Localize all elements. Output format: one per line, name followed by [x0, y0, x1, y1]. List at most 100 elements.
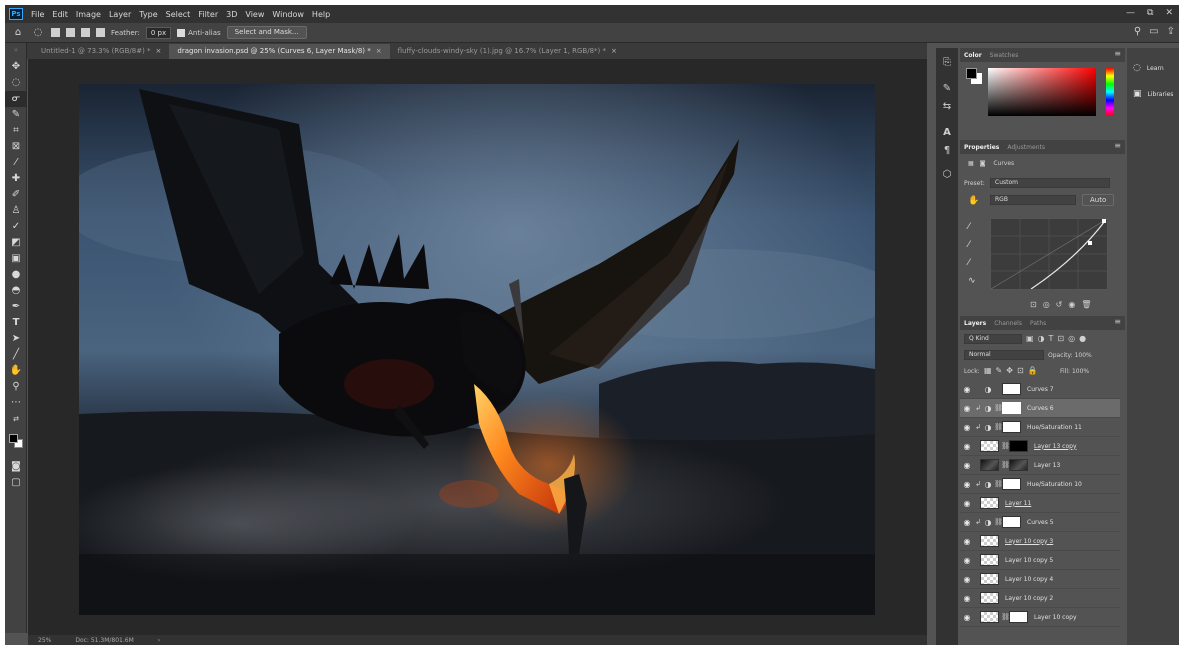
crop-tool-icon[interactable]: ⌗ — [5, 123, 27, 139]
mask-icon[interactable]: ◙ — [980, 160, 986, 167]
subtract-selection-icon[interactable] — [81, 28, 90, 37]
fill-control[interactable]: Fill: 100% — [1060, 368, 1089, 375]
3d-icon[interactable]: ⬡ — [936, 166, 958, 184]
layer-mask-thumbnail[interactable] — [1009, 459, 1028, 471]
quick-mask-icon[interactable]: ◙ — [5, 459, 27, 475]
layer-thumbnail[interactable] — [980, 440, 999, 452]
layer-mask-thumbnail[interactable] — [1009, 440, 1028, 452]
eye-icon[interactable]: ◉ — [960, 442, 974, 451]
marquee-tool-icon[interactable]: ◌ — [5, 75, 27, 91]
healing-brush-icon[interactable]: ✚ — [5, 171, 27, 187]
blend-mode-select[interactable]: Normal — [964, 350, 1044, 360]
eye-icon[interactable]: ◉ — [960, 613, 974, 622]
hand-adjust-icon[interactable]: ✋ — [968, 196, 979, 206]
pen-tool-icon[interactable]: ✒ — [5, 299, 27, 315]
document-canvas[interactable] — [79, 84, 875, 615]
add-selection-icon[interactable] — [66, 28, 75, 37]
eye-icon[interactable]: ◉ — [960, 480, 974, 489]
layer-row[interactable]: ◉ ⛓ Layer 10 copy — [960, 608, 1120, 627]
sample-gray-icon[interactable]: ⁄ — [968, 240, 970, 250]
workspace-icon[interactable]: ▭ — [1149, 26, 1158, 37]
layer-row[interactable]: ◉ Layer 10 copy 2 — [960, 589, 1120, 608]
tab-channels[interactable]: Channels — [994, 320, 1022, 327]
layer-filter-icons[interactable]: ▣◑T⊡◎● — [1026, 334, 1090, 343]
gradient-tool-icon[interactable]: ▣ — [5, 251, 27, 267]
layer-thumbnail[interactable] — [980, 554, 999, 566]
blur-tool-icon[interactable]: ● — [5, 267, 27, 283]
curve-edit-icon[interactable]: ∿ — [968, 276, 976, 286]
adjustments-icon[interactable]: ⇆ — [936, 98, 958, 116]
curves-graph[interactable] — [990, 218, 1108, 290]
brush-tool-icon[interactable]: ✐ — [5, 187, 27, 203]
layer-mask-thumbnail[interactable] — [1002, 478, 1021, 490]
tab-dragon-invasion[interactable]: dragon invasion.psd @ 25% (Curves 6, Lay… — [169, 44, 390, 59]
eye-icon[interactable]: ◉ — [960, 499, 974, 508]
channel-select[interactable]: RGB — [990, 195, 1076, 205]
toolbar-collapse-icon[interactable]: » — [5, 43, 27, 59]
layer-row[interactable]: ◉ ↲ ◑ ⛓ Hue/Saturation 10 — [960, 475, 1120, 494]
eraser-tool-icon[interactable]: ◩ — [5, 235, 27, 251]
layer-mask-thumbnail[interactable] — [1009, 611, 1028, 623]
panel-menu-icon[interactable]: ≡ — [1114, 49, 1121, 58]
dodge-tool-icon[interactable]: ◓ — [5, 283, 27, 299]
layer-row[interactable]: ◉ Layer 10 copy 4 — [960, 570, 1120, 589]
menu-image[interactable]: Image — [76, 10, 101, 19]
eye-icon[interactable]: ◉ — [960, 518, 974, 527]
filter-kind-select[interactable]: Q Kind — [964, 334, 1022, 344]
layer-row[interactable]: ◉ Layer 10 copy 3 — [960, 532, 1120, 551]
frame-tool-icon[interactable]: ⊠ — [5, 139, 27, 155]
menu-3d[interactable]: 3D — [226, 10, 237, 19]
home-icon[interactable]: ⌂ — [11, 27, 25, 38]
auto-button[interactable]: Auto — [1082, 194, 1115, 206]
eyedropper-tool-icon[interactable]: ⁄ — [5, 155, 27, 171]
lasso-tool-icon[interactable]: ᓂ — [5, 91, 27, 107]
opacity-value[interactable]: 100% — [1075, 352, 1092, 359]
select-and-mask-button[interactable]: Select and Mask... — [226, 26, 307, 39]
fill-value[interactable]: 100% — [1072, 368, 1089, 375]
layer-mask-thumbnail[interactable] — [1002, 383, 1021, 395]
layer-row[interactable]: ◉ ↲ ◑ ⛓ Hue/Saturation 11 — [960, 418, 1120, 437]
tab-color[interactable]: Color — [964, 52, 982, 59]
layer-row[interactable]: ◉ Layer 11 — [960, 494, 1120, 513]
menu-help[interactable]: Help — [312, 10, 330, 19]
restore-button[interactable]: ⧉ — [1147, 8, 1153, 18]
quick-select-tool-icon[interactable]: ✎ — [5, 107, 27, 123]
layer-row[interactable]: ◉ Layer 10 copy 5 — [960, 551, 1120, 570]
sample-black-icon[interactable]: ⁄ — [968, 222, 970, 232]
tab-paths[interactable]: Paths — [1030, 320, 1046, 327]
brush-settings-icon[interactable]: ✎ — [936, 80, 958, 98]
tab-layers[interactable]: Layers — [964, 320, 986, 327]
layer-row[interactable]: ◉ ⛓ Layer 13 — [960, 456, 1120, 475]
search-icon[interactable]: ⚲ — [1134, 26, 1141, 37]
foreground-color-swatch[interactable] — [9, 434, 18, 443]
lasso-tool-icon[interactable]: ◌ — [31, 27, 45, 38]
screen-mode-icon[interactable]: ▢ — [5, 475, 27, 491]
move-tool-icon[interactable]: ✥ — [5, 59, 27, 75]
shape-tool-icon[interactable]: ╱ — [5, 347, 27, 363]
layer-thumbnail[interactable] — [980, 611, 999, 623]
eye-icon[interactable]: ◉ — [960, 537, 974, 546]
eye-icon[interactable]: ◉ — [960, 594, 974, 603]
layer-mask-thumbnail[interactable] — [1002, 402, 1021, 414]
tab-untitled-1[interactable]: Untitled-1 @ 73.3% (RGB/8#) * × — [33, 44, 169, 59]
clone-stamp-icon[interactable]: ♙ — [5, 203, 27, 219]
tab-adjustments[interactable]: Adjustments — [1007, 144, 1045, 151]
preset-select[interactable]: Custom — [990, 178, 1110, 188]
menu-filter[interactable]: Filter — [198, 10, 218, 19]
status-menu-icon[interactable]: › — [158, 637, 160, 644]
intersect-selection-icon[interactable] — [96, 28, 105, 37]
layer-row[interactable]: ◉ ◑ Curves 7 — [960, 380, 1120, 399]
paragraph-icon[interactable]: ¶ — [936, 142, 958, 160]
layer-mask-thumbnail[interactable] — [1002, 421, 1021, 433]
layer-thumbnail[interactable] — [980, 573, 999, 585]
swap-colors-icon[interactable]: ⇄ — [5, 411, 27, 427]
tab-swatches[interactable]: Swatches — [990, 52, 1019, 59]
layer-row[interactable]: ◉ ⛓ Layer 13 copy — [960, 437, 1120, 456]
close-window-button[interactable]: ✕ — [1165, 8, 1173, 18]
opacity-control[interactable]: Opacity: 100% — [1048, 352, 1092, 359]
menu-layer[interactable]: Layer — [109, 10, 131, 19]
foreground-color-swatch[interactable] — [966, 68, 977, 79]
panel-menu-icon[interactable]: ≡ — [1114, 141, 1121, 150]
color-picker-field[interactable] — [988, 68, 1096, 116]
learn-button[interactable]: ◌ Learn — [1127, 58, 1179, 78]
